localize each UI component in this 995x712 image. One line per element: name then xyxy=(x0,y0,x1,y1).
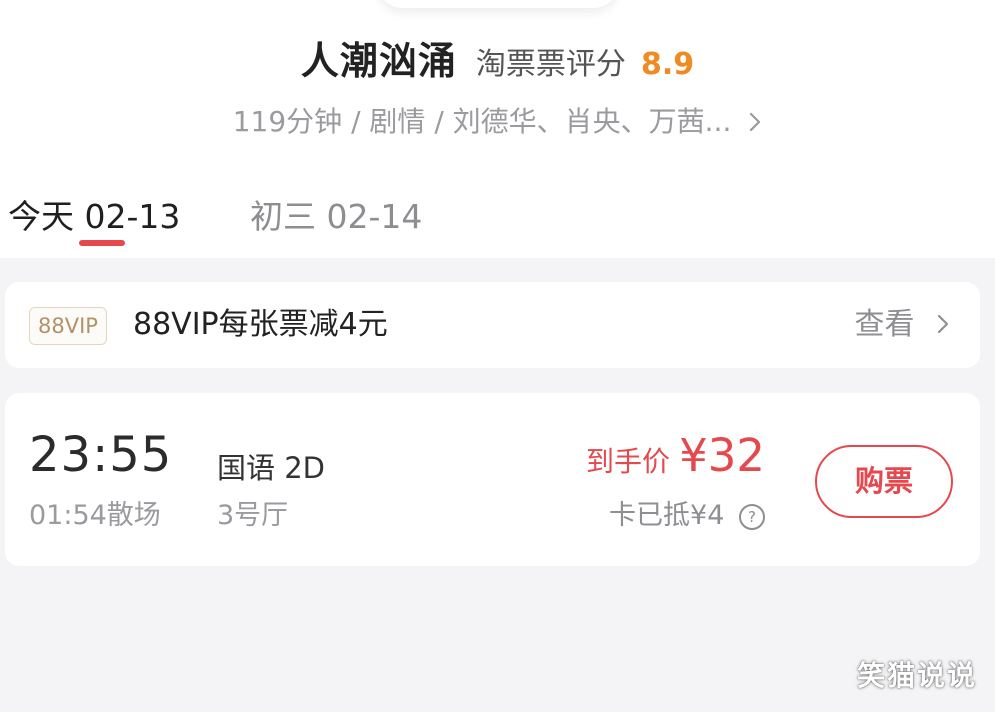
show-start-time: 23:55 xyxy=(29,427,173,483)
vip-view-link[interactable]: 查看 xyxy=(854,306,950,345)
show-end-time: 01:54散场 xyxy=(29,500,161,531)
show-hall: 3号厅 xyxy=(217,500,289,531)
vip-promo-card[interactable]: 88VIP 88VIP每张票减4元 查看 xyxy=(5,282,980,368)
active-tab-indicator xyxy=(79,240,125,246)
movie-title: 人潮汹涌 xyxy=(300,39,457,83)
movie-header: 人潮汹涌 淘票票评分 8.9 xyxy=(0,30,995,85)
buy-ticket-button[interactable]: 购票 xyxy=(815,445,953,518)
rating-label: 淘票票评分 xyxy=(475,47,626,82)
discount-text: 卡已抵¥4 xyxy=(609,500,725,531)
movie-meta-text: 119分钟 / 剧情 / 刘德华、肖央、万茜... xyxy=(232,105,732,138)
tab-date-today[interactable]: 今天 02-13 xyxy=(8,190,180,238)
watermark: 笑猫说说 xyxy=(856,659,977,692)
question-circle-icon[interactable]: ? xyxy=(739,503,765,530)
price-line: 到手价 ¥32 xyxy=(586,429,765,482)
tab-date-next[interactable]: 初三 02-14 xyxy=(250,190,422,238)
showtime-card[interactable]: 23:55 01:54散场 国语 2D 3号厅 到手价 ¥32 卡已抵¥4 ? … xyxy=(5,393,980,566)
movie-info-section: 人潮汹涌 淘票票评分 8.9 119分钟 / 剧情 / 刘德华、肖央、万茜...… xyxy=(0,0,995,258)
chevron-right-icon xyxy=(936,307,950,345)
discount-line: 卡已抵¥4 ? xyxy=(609,493,765,532)
vip-view-label: 查看 xyxy=(854,307,915,342)
chevron-right-icon xyxy=(748,107,762,140)
price-label: 到手价 xyxy=(585,445,670,478)
rating-value: 8.9 xyxy=(641,47,695,82)
poster-edge xyxy=(378,0,618,8)
show-language-format: 国语 2D xyxy=(217,451,325,485)
vip-promo-text: 88VIP每张票减4元 xyxy=(133,307,388,342)
movie-meta-row[interactable]: 119分钟 / 剧情 / 刘德华、肖央、万茜... xyxy=(0,100,995,140)
price-value: ¥32 xyxy=(679,429,765,482)
vip-badge: 88VIP xyxy=(29,307,107,345)
